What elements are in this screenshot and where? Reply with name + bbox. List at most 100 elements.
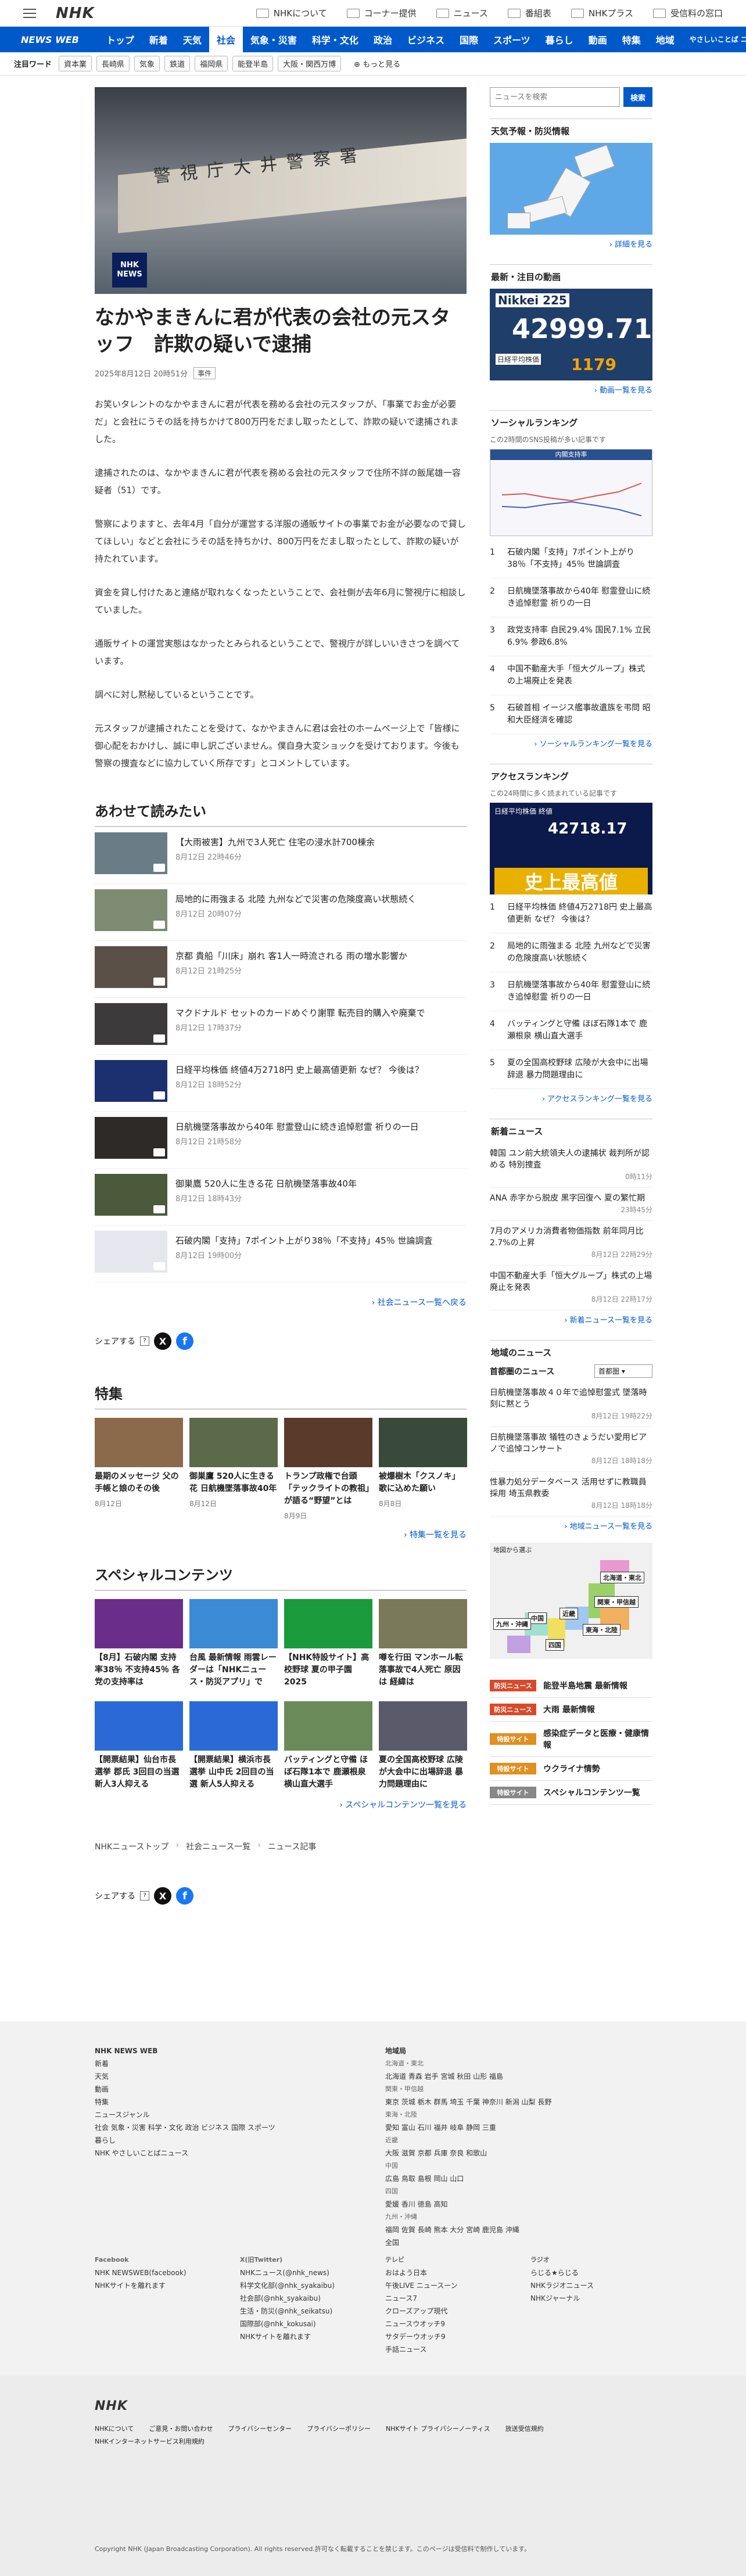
news-item[interactable]: 日航機墜落事故４０年で追悼慰霊式 墜落時刻に黙とう 8月12日 19時22分 <box>490 1382 652 1427</box>
tokushu-card[interactable]: 最期のメッセージ 父の手帳と娘のその後 8月12日 <box>95 1418 183 1521</box>
special-card[interactable]: 台風 最新情報 雨雲レーダーは「NHKニュース・防災アプリ」で <box>189 1599 278 1688</box>
footer-sns-link[interactable]: らじる★らじる <box>530 2266 664 2279</box>
search-input[interactable] <box>490 87 620 107</box>
special-card[interactable]: 【開票結果】仙台市長選挙 郡氏 3回目の当選 新人3人抑える <box>95 1701 183 1791</box>
map-area-kanto[interactable]: 関東・甲信越 <box>594 1596 639 1608</box>
tokushu-card[interactable]: 被爆樹木「クスノキ」歌に込めた願い 8月8日 <box>379 1418 467 1521</box>
feature-link[interactable]: 防災ニュース 能登半島地震 最新情報 <box>490 1674 652 1698</box>
footer-sns-link[interactable]: NHKサイトを離れます <box>240 2330 374 2343</box>
special-card[interactable]: 【開票結果】横浜市長選挙 山中氏 2回目の当選 新人5人抑える <box>189 1701 278 1791</box>
footer-area-group[interactable]: 関東・甲信越 <box>385 2083 652 2096</box>
ranking-item[interactable]: 2 日航機墜落事故から40年 慰霊登山に続き追悼慰霊 祈りの一日 <box>490 579 652 617</box>
ranking-item[interactable]: 3 政党支持率 自民29.4% 国民7.1% 立民6.9% 参政6.8% <box>490 617 652 656</box>
breadcrumb-society[interactable]: 社会ニュース一覧 <box>186 1841 250 1852</box>
map-area-shikoku[interactable]: 四国 <box>546 1639 564 1651</box>
feature-link[interactable]: 防災ニュース 大雨 最新情報 <box>490 1698 652 1722</box>
news-item[interactable]: 中国不動産大手「恒大グループ」株式の上場廃止を発表 8月12日 22時17分 <box>490 1266 652 1310</box>
nav-tab-3[interactable]: 社会 <box>209 27 243 52</box>
feature-link[interactable]: 特設サイト 感染症データと医療・健康情報 <box>490 1722 652 1757</box>
latest-more-link[interactable]: › 新着ニュース一覧を見る <box>490 1314 652 1325</box>
nav-tab-12[interactable]: 特集 <box>615 27 648 52</box>
footer-area-links[interactable]: 東京 茨城 栃木 群馬 埼玉 千葉 神奈川 新潟 山梨 長野 <box>385 2096 652 2108</box>
footer-bottom-link[interactable]: NHKについて <box>95 2424 134 2433</box>
footer-bottom-link[interactable]: NHKサイト プライバシーノーティス <box>386 2424 490 2433</box>
related-item[interactable]: 局地的に雨強まる 北陸 九州などで災害の危険度高い状態続く 8月12日 20時07… <box>95 884 467 941</box>
related-item[interactable]: 日航機墜落事故から40年 慰霊登山に続き追悼慰霊 祈りの一日 8月12日 21時5… <box>95 1112 467 1169</box>
tokushu-card[interactable]: トランプ政権で台頭「テックライトの教祖」が語る“野望”とは 8月9日 <box>284 1418 372 1521</box>
news-item[interactable]: 韓国 ユン前大統領夫人の逮捕状 裁判所が認める 特別捜査 0時11分 <box>490 1143 652 1188</box>
category-badge[interactable]: 事件 <box>193 367 216 379</box>
social-more-link[interactable]: › ソーシャルランキング一覧を見る <box>490 738 652 749</box>
footer-area-links[interactable]: 北海道 青森 岩手 宮城 秋田 山形 福島 <box>385 2070 652 2083</box>
x-share-icon[interactable]: X <box>154 1332 171 1350</box>
footer-sns-link[interactable]: 社会部(@nhk_syakaibu) <box>240 2292 374 2305</box>
footer-sns-link[interactable]: 午後LIVE ニュースーン <box>385 2279 519 2292</box>
keyword-more-link[interactable]: ⊕ もっと見る <box>354 58 400 69</box>
feature-link[interactable]: 特設サイト スペシャルコンテンツ一覧 <box>490 1781 652 1805</box>
footer-bottom-link[interactable]: NHKインターネットサービス利用規約 <box>95 2437 205 2446</box>
nav-tab-2[interactable]: 天気 <box>175 27 209 52</box>
regional-more-link[interactable]: › 地域ニュース一覧を見る <box>490 1520 652 1531</box>
footer-sns-link[interactable]: NHKサイトを離れます <box>95 2279 228 2292</box>
related-more-link[interactable]: › 社会ニュース一覧へ戻る <box>95 1296 467 1308</box>
header-link-about[interactable]: NHKについて <box>256 7 327 19</box>
special-card[interactable]: 【8月】石破内閣 支持率38％ 不支持45％ 各党の支持率は <box>95 1599 183 1688</box>
footer-sns-link[interactable]: 生活・防災(@nhk_seikatsu) <box>240 2305 374 2318</box>
footer-link[interactable]: 天気 <box>95 2070 339 2083</box>
ranking-item[interactable]: 1 日経平均株価 終値4万2718円 史上最高値更新 なぜ？ 今後は？ <box>490 894 652 933</box>
footer-area-group[interactable]: 九州・沖縄 <box>385 2211 652 2223</box>
keyword-chip[interactable]: 資本業 <box>59 56 92 71</box>
search-button[interactable]: 検索 <box>623 87 652 107</box>
footer-area-links[interactable]: 福岡 佐賀 長崎 熊本 大分 宮崎 鹿児島 沖縄 <box>385 2223 652 2236</box>
access-more-link[interactable]: › アクセスランキング一覧を見る <box>490 1093 652 1104</box>
weather-more-link[interactable]: › 詳細を見る <box>490 238 652 249</box>
approval-chart-thumbnail[interactable]: 内閣支持率 <box>490 449 652 536</box>
ranking-item[interactable]: 3 日航機墜落事故から40年 慰霊登山に続き追悼慰霊 祈りの一日 <box>490 972 652 1011</box>
nav-tab-6[interactable]: 政治 <box>366 27 400 52</box>
video-thumbnail[interactable]: Nikkei 225 42999.71 日経平均株価 1179 <box>490 289 652 380</box>
footer-bottom-link[interactable]: プライバシーセンター <box>228 2424 292 2433</box>
share-help-icon[interactable]: ? <box>140 1336 149 1346</box>
footer-link[interactable]: 社会 気象・災害 科学・文化 政治 ビジネス 国際 スポーツ <box>95 2121 339 2134</box>
footer-sns-link[interactable]: 手話ニュース <box>385 2343 519 2356</box>
nav-tab-13[interactable]: 地域 <box>648 27 682 52</box>
breadcrumb-top[interactable]: NHKニューストップ <box>95 1841 168 1852</box>
footer-bottom-link[interactable]: ご意見・お問い合わせ <box>149 2424 213 2433</box>
nav-tab-8[interactable]: 国際 <box>452 27 486 52</box>
footer-link[interactable]: 暮らし <box>95 2134 339 2147</box>
tokushu-card[interactable]: 御巣鷹 520人に生きる花 日航機墜落事故40年 8月12日 <box>189 1418 278 1521</box>
header-link-plus[interactable]: NHKプラス <box>571 7 633 19</box>
access-thumbnail[interactable]: 日経平均株価 終値 42718.17 史上最高値 <box>490 803 652 894</box>
footer-sns-link[interactable]: サタデーウオッチ9 <box>385 2330 519 2343</box>
nav-tab-9[interactable]: スポーツ <box>486 27 538 52</box>
footer-sns-link[interactable]: クローズアップ現代 <box>385 2305 519 2318</box>
nav-tab-11[interactable]: 動画 <box>581 27 615 52</box>
footer-area-links[interactable]: 愛媛 香川 徳島 高知 <box>385 2198 652 2211</box>
x-share-icon-bottom[interactable]: X <box>154 1887 171 1905</box>
footer-sns-link[interactable]: ニュース7 <box>385 2292 519 2305</box>
special-card[interactable]: 噂を行田 マンホール転落事故で4人死亡 原因は 経緯は <box>379 1599 467 1688</box>
footer-area-group[interactable]: 北海道・東北 <box>385 2057 652 2070</box>
footer-sns-link[interactable]: NHKラジオニュース <box>530 2279 664 2292</box>
footer-sns-link[interactable]: ニュースウオッチ9 <box>385 2318 519 2330</box>
nav-tab-10[interactable]: 暮らし <box>538 27 581 52</box>
facebook-share-icon-bottom[interactable]: f <box>176 1887 193 1905</box>
feature-link[interactable]: 特設サイト ウクライナ情勢 <box>490 1757 652 1781</box>
ranking-item[interactable]: 4 バッティングと守備 ほぼ石隊1本で 鹿瀬根泉 横山直大選手 <box>490 1011 652 1050</box>
footer-area-links[interactable]: 全国 <box>385 2236 652 2249</box>
news-item[interactable]: 性暴力処分データベース 活用せずに教職員採用 埼玉県教委 8月12日 18時18分 <box>490 1472 652 1517</box>
footer-link[interactable]: NHK やさしいことばニュース <box>95 2147 339 2160</box>
nav-tab-7[interactable]: ビジネス <box>400 27 452 52</box>
news-item[interactable]: 日航機墜落事故 犠牲のきょうだい愛用ピアノで追悼コンサート 8月12日 18時18… <box>490 1427 652 1472</box>
keyword-chip[interactable]: 鉄道 <box>164 56 191 71</box>
nav-tab-1[interactable]: 新着 <box>142 27 175 52</box>
ranking-item[interactable]: 5 夏の全国高校野球 広陵が大会中に出場辞退 暴力問題理由に <box>490 1050 652 1089</box>
share-help-icon-bottom[interactable]: ? <box>140 1891 149 1900</box>
keyword-chip[interactable]: 長崎県 <box>96 56 130 71</box>
map-area-kinki[interactable]: 近畿 <box>560 1608 578 1619</box>
ranking-item[interactable]: 1 石破内閣「支持」7ポイント上がり38％「不支持」45％ 世論調査 <box>490 540 652 579</box>
news-item[interactable]: ANA 赤字から脱皮 黒字回復へ 夏の繁忙期 23時45分 <box>490 1188 652 1221</box>
nav-tab-0[interactable]: トップ <box>99 27 142 52</box>
related-item[interactable]: マクドナルド セットのカードめぐり謝罪 転売目的購入や廃棄で 8月12日 17時3… <box>95 998 467 1055</box>
special-card[interactable]: 【NHK特設サイト】高校野球 夏の甲子園 2025 <box>284 1599 372 1688</box>
